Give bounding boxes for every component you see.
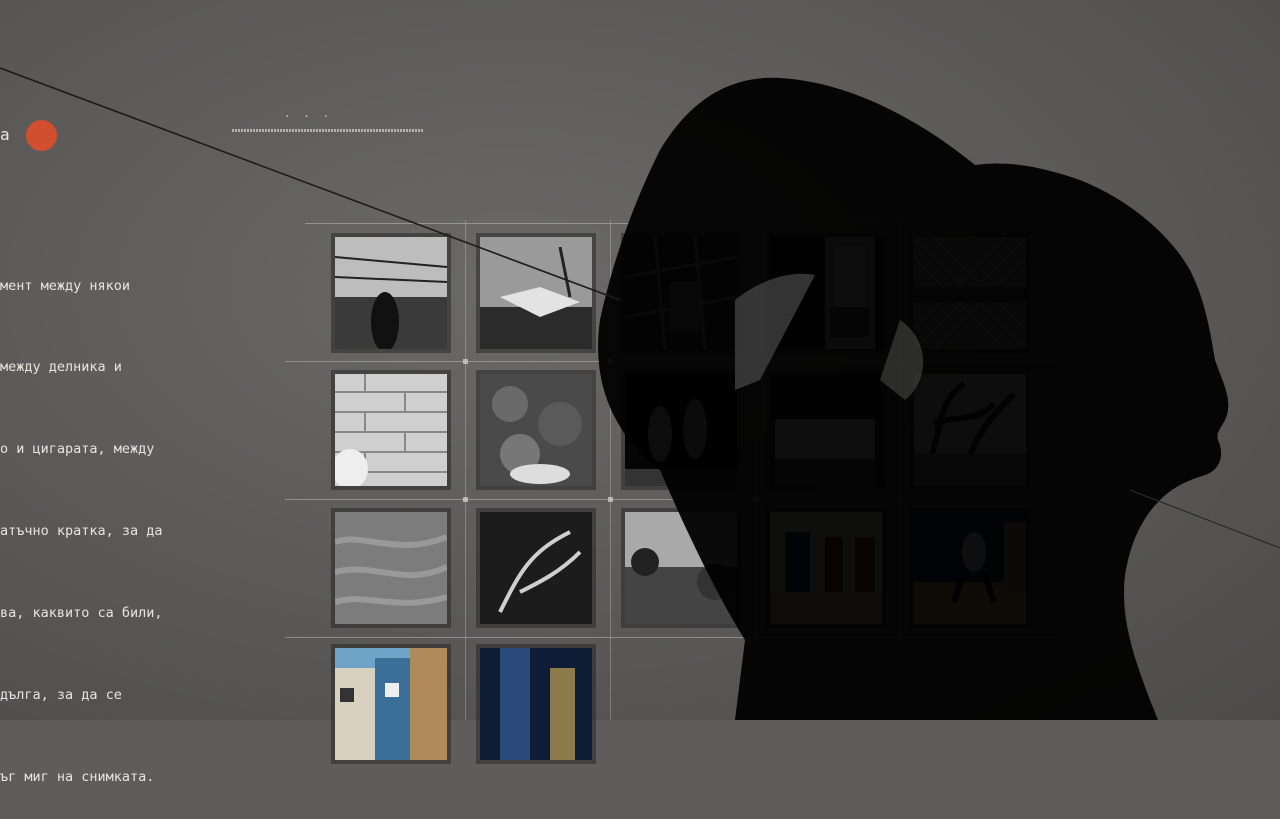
top-navigation[interactable]: · · · xyxy=(232,110,427,140)
intro-line: между делника и xyxy=(0,359,122,376)
logo-dot-icon[interactable] xyxy=(26,120,57,151)
intro-line: дълга, за да се xyxy=(0,687,122,704)
nav-dots-icon[interactable]: · · · xyxy=(284,110,332,123)
intro-text: мент между някои между делника и о и циг… xyxy=(0,218,260,819)
intro-line: ъг миг на снимката. xyxy=(0,768,155,785)
intro-line: атъчно кратка, за да xyxy=(0,523,163,540)
logo-text[interactable]: а xyxy=(0,125,10,144)
intro-line: о и цигарата, между xyxy=(0,441,155,458)
intro-line: ва, каквито са били, xyxy=(0,605,163,622)
nav-divider xyxy=(232,129,424,132)
intro-line: мент между някои xyxy=(0,277,131,294)
